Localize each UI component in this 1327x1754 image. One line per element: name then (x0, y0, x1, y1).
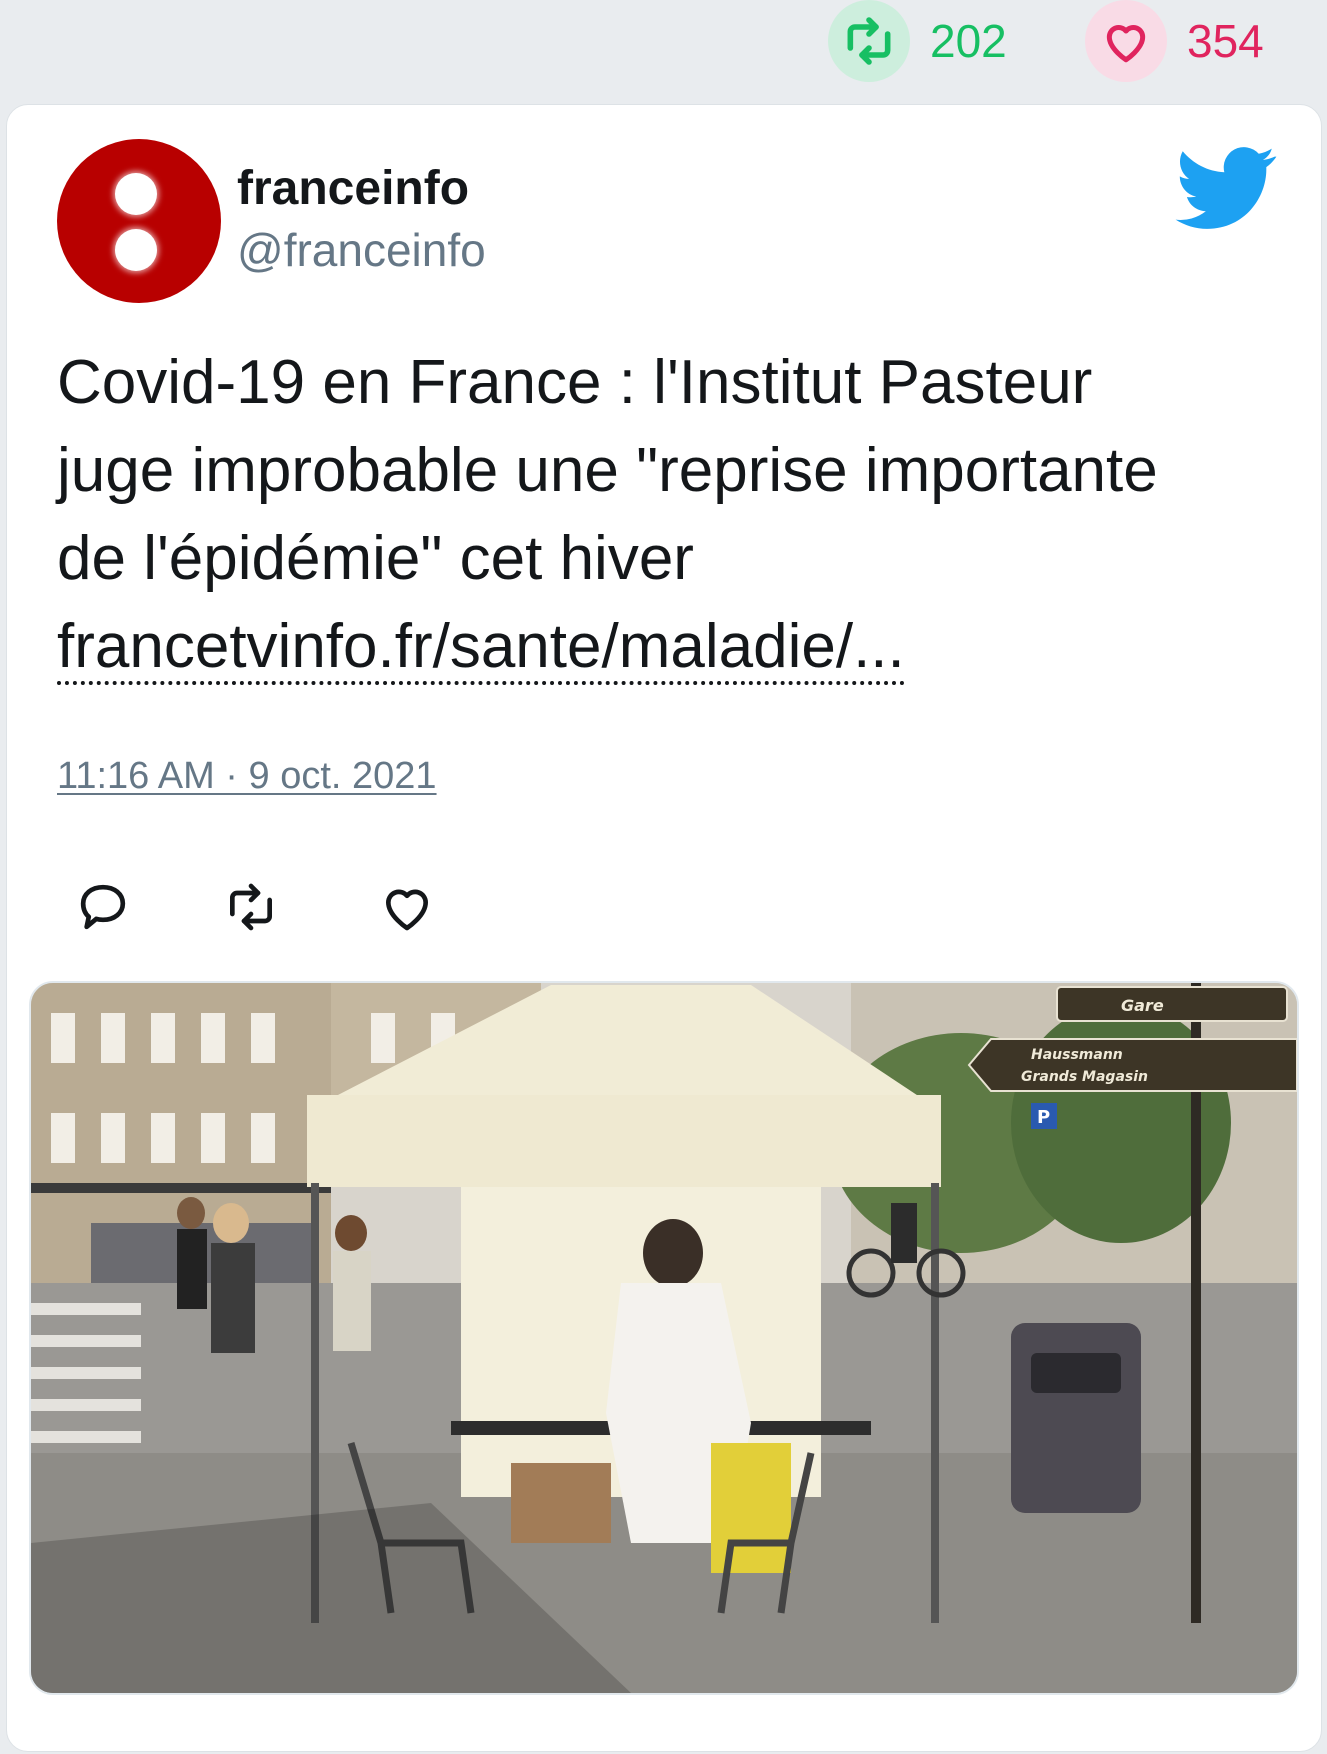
like-count-stat[interactable]: 354 (1085, 0, 1264, 82)
avatar[interactable] (57, 139, 221, 303)
sign-parking: P (1037, 1107, 1050, 1128)
yellow-bin (711, 1443, 791, 1573)
sign-haussmann: Haussmann (1031, 1047, 1123, 1063)
tweet-text-line: Covid-19 en France : l'Institut Pasteur (57, 348, 1093, 417)
retweet-icon[interactable] (223, 879, 279, 935)
article-link[interactable]: francetvinfo.fr/sante/maladie/... (57, 612, 905, 685)
tent-valance (307, 1095, 941, 1187)
heart-icon (1085, 0, 1167, 82)
tweet-card: franceinfo @franceinfo Covid-19 en Franc… (6, 104, 1322, 1752)
avatar-dot (115, 173, 157, 215)
sign-gare: Gare (1121, 996, 1164, 1015)
tweet-text-line: juge improbable une "reprise importante (57, 436, 1158, 505)
bin-slot (1031, 1353, 1121, 1393)
avatar-dot (115, 229, 157, 271)
like-icon[interactable] (379, 879, 435, 935)
timestamp[interactable]: 11:16 AM · 9 oct. 2021 (57, 755, 437, 798)
worker-head (643, 1219, 703, 1287)
retweet-count: 202 (930, 15, 1007, 67)
like-count: 354 (1187, 15, 1264, 67)
sign-grands-magasins: Grands Magasin (1021, 1069, 1148, 1085)
retweet-icon (828, 0, 910, 82)
retweet-count-stat[interactable]: 202 (828, 0, 1007, 82)
tweet-text-line: de l'épidémie" cet hiver (57, 524, 694, 593)
reply-icon[interactable] (75, 879, 131, 935)
balcony-rail (31, 1183, 331, 1193)
twitter-bird-icon[interactable] (1175, 147, 1277, 231)
cardboard-box (511, 1463, 611, 1543)
author-name[interactable]: franceinfo (237, 161, 469, 216)
author-handle[interactable]: @franceinfo (237, 223, 486, 277)
stats-bar: 202 354 (0, 0, 1327, 100)
smart-trash-bin (1011, 1323, 1141, 1513)
tweet-photo[interactable]: Gare Haussmann Grands Magasin P (29, 981, 1299, 1695)
tweet-text: Covid-19 en France : l'Institut Pasteur … (57, 339, 1277, 691)
